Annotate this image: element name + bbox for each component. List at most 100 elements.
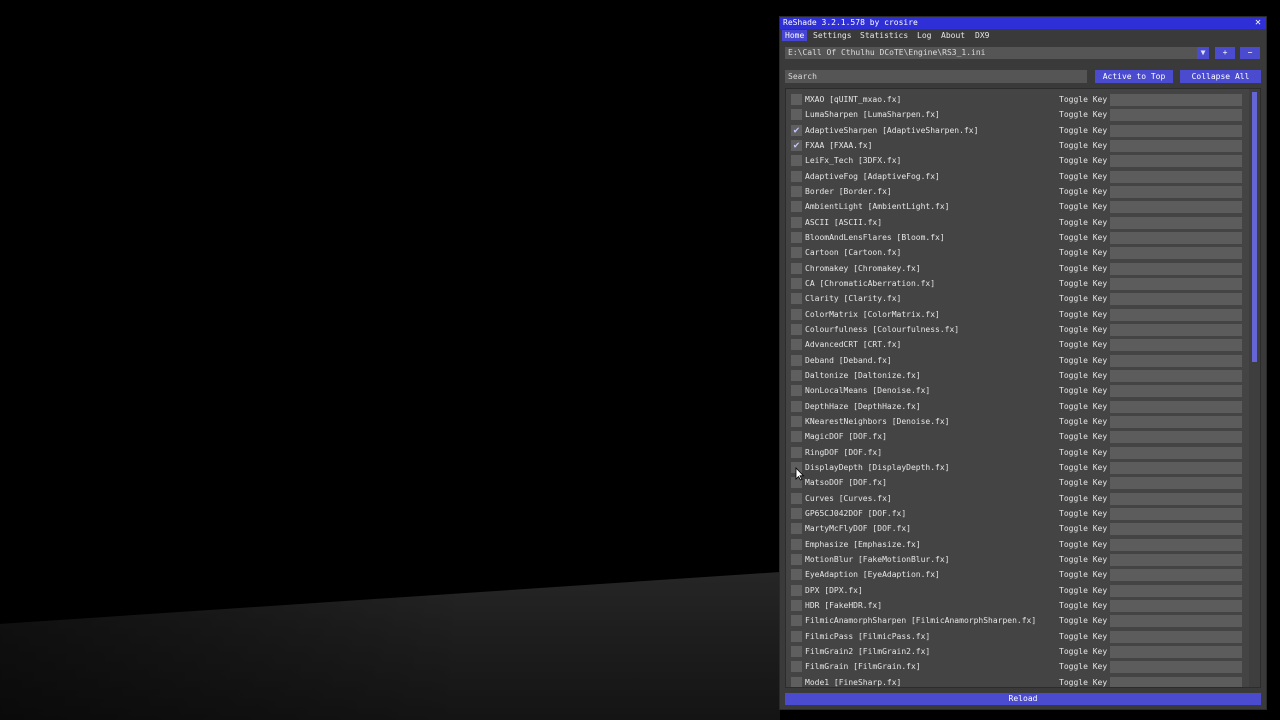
effect-row[interactable]: KNearestNeighbors [Denoise.fx] Toggle Key — [786, 414, 1250, 429]
toggle-key-input[interactable] — [1110, 523, 1242, 536]
tab-settings[interactable]: Settings — [810, 30, 855, 41]
toggle-key-input[interactable] — [1110, 369, 1242, 382]
effect-checkbox[interactable] — [791, 507, 802, 519]
effect-checkbox[interactable] — [791, 262, 802, 274]
toggle-key-input[interactable] — [1110, 277, 1242, 290]
effect-row[interactable]: MatsoDOF [DOF.fx] Toggle Key — [786, 475, 1250, 490]
effect-row[interactable]: LeiFx_Tech [3DFX.fx] Toggle Key — [786, 153, 1250, 168]
effect-row[interactable]: CA [ChromaticAberration.fx] Toggle Key — [786, 276, 1250, 291]
effect-checkbox[interactable] — [791, 323, 802, 335]
effect-row[interactable]: Mode1 [FineSharp.fx] Toggle Key — [786, 675, 1250, 687]
effect-row[interactable]: Cartoon [Cartoon.fx] Toggle Key — [786, 245, 1250, 260]
effect-checkbox[interactable] — [791, 369, 802, 381]
effect-checkbox[interactable] — [791, 676, 802, 687]
effect-checkbox[interactable] — [791, 109, 802, 121]
toggle-key-input[interactable] — [1110, 339, 1242, 352]
toggle-key-input[interactable] — [1110, 446, 1242, 459]
effect-row[interactable]: Deband [Deband.fx] Toggle Key — [786, 353, 1250, 368]
tab-dx9[interactable]: DX9 — [972, 30, 992, 41]
effect-row[interactable]: ASCII [ASCII.fx] Toggle Key — [786, 215, 1250, 230]
effect-checkbox[interactable] — [791, 293, 802, 305]
toggle-key-input[interactable] — [1110, 645, 1242, 658]
toggle-key-input[interactable] — [1110, 155, 1242, 168]
reload-button[interactable]: Reload — [785, 693, 1261, 705]
toggle-key-input[interactable] — [1110, 492, 1242, 505]
toggle-key-input[interactable] — [1110, 615, 1242, 628]
toggle-key-input[interactable] — [1110, 139, 1242, 152]
effect-row[interactable]: DPX [DPX.fx] Toggle Key — [786, 583, 1250, 598]
effect-checkbox[interactable] — [791, 446, 802, 458]
scrollbar-thumb[interactable] — [1252, 92, 1257, 362]
effect-row[interactable]: ✔ AdaptiveSharpen [AdaptiveSharpen.fx] Tog… — [786, 123, 1250, 138]
effect-checkbox[interactable] — [791, 630, 802, 642]
effect-row[interactable]: FilmicAnamorphSharpen [FilmicAnamorphSha… — [786, 613, 1250, 628]
effect-checkbox[interactable] — [791, 354, 802, 366]
toggle-key-input[interactable] — [1110, 216, 1242, 229]
window-titlebar[interactable]: ReShade 3.2.1.578 by crosire ✕ — [780, 17, 1266, 29]
toggle-key-input[interactable] — [1110, 507, 1242, 520]
effect-checkbox[interactable] — [791, 661, 802, 673]
effect-checkbox[interactable] — [791, 216, 802, 228]
effect-row[interactable]: Border [Border.fx] Toggle Key — [786, 184, 1250, 199]
toggle-key-input[interactable] — [1110, 109, 1242, 122]
active-to-top-button[interactable]: Active to Top — [1095, 70, 1173, 83]
search-input[interactable] — [785, 70, 1087, 83]
effect-row[interactable]: AmbientLight [AmbientLight.fx] Toggle Key — [786, 199, 1250, 214]
effect-checkbox[interactable] — [791, 308, 802, 320]
effect-checkbox[interactable] — [791, 553, 802, 565]
effect-checkbox-checked[interactable]: ✔ — [791, 124, 802, 136]
effect-row[interactable]: MartyMcFlyDOF [DOF.fx] Toggle Key — [786, 521, 1250, 536]
effect-row[interactable]: AdvancedCRT [CRT.fx] Toggle Key — [786, 337, 1250, 352]
effect-row[interactable]: MotionBlur [FakeMotionBlur.fx] Toggle Key — [786, 552, 1250, 567]
tab-home[interactable]: Home — [782, 30, 808, 41]
effect-row[interactable]: BloomAndLensFlares [Bloom.fx] Toggle Key — [786, 230, 1250, 245]
effect-row[interactable]: DisplayDepth [DisplayDepth.fx] Toggle Key — [786, 460, 1250, 475]
toggle-key-input[interactable] — [1110, 569, 1242, 582]
effect-row[interactable]: NonLocalMeans [Denoise.fx] Toggle Key — [786, 383, 1250, 398]
toggle-key-input[interactable] — [1110, 630, 1242, 643]
effect-row[interactable]: Curves [Curves.fx] Toggle Key — [786, 491, 1250, 506]
toggle-key-input[interactable] — [1110, 553, 1242, 566]
tab-log[interactable]: Log — [914, 30, 934, 41]
toggle-key-input[interactable] — [1110, 385, 1242, 398]
effect-row[interactable]: RingDOF [DOF.fx] Toggle Key — [786, 445, 1250, 460]
add-preset-button[interactable]: + — [1215, 47, 1235, 59]
toggle-key-input[interactable] — [1110, 354, 1242, 367]
effect-checkbox[interactable] — [791, 431, 802, 443]
effect-checkbox[interactable] — [791, 615, 802, 627]
close-icon[interactable]: ✕ — [1253, 17, 1263, 29]
effect-checkbox[interactable] — [791, 385, 802, 397]
effect-checkbox[interactable] — [791, 400, 802, 412]
toggle-key-input[interactable] — [1110, 201, 1242, 214]
toggle-key-input[interactable] — [1110, 94, 1242, 106]
preset-path-field[interactable]: E:\Call Of Cthulhu DCoTE\Engine\RS3_1.in… — [785, 47, 1197, 59]
effect-checkbox[interactable] — [791, 155, 802, 167]
toggle-key-input[interactable] — [1110, 231, 1242, 244]
effect-checkbox[interactable] — [791, 185, 802, 197]
effect-row[interactable]: LumaSharpen [LumaSharpen.fx] Toggle Key — [786, 107, 1250, 122]
effect-checkbox[interactable] — [791, 415, 802, 427]
effect-checkbox[interactable] — [791, 94, 802, 105]
effect-checkbox[interactable] — [791, 170, 802, 182]
toggle-key-input[interactable] — [1110, 584, 1242, 597]
tab-about[interactable]: About — [938, 30, 968, 41]
toggle-key-input[interactable] — [1110, 431, 1242, 444]
effect-checkbox[interactable] — [791, 569, 802, 581]
toggle-key-input[interactable] — [1110, 477, 1242, 490]
effect-row[interactable]: DepthHaze [DepthHaze.fx] Toggle Key — [786, 399, 1250, 414]
toggle-key-input[interactable] — [1110, 323, 1242, 336]
remove-preset-button[interactable]: − — [1240, 47, 1260, 59]
effect-row[interactable]: GP65CJ042DOF [DOF.fx] Toggle Key — [786, 506, 1250, 521]
effect-checkbox[interactable] — [791, 584, 802, 596]
effect-row[interactable]: Daltonize [Daltonize.fx] Toggle Key — [786, 368, 1250, 383]
toggle-key-input[interactable] — [1110, 185, 1242, 198]
effect-checkbox[interactable] — [791, 231, 802, 243]
effect-checkbox[interactable] — [791, 538, 802, 550]
toggle-key-input[interactable] — [1110, 599, 1242, 612]
toggle-key-input[interactable] — [1110, 293, 1242, 306]
effect-checkbox[interactable] — [791, 277, 802, 289]
effect-checkbox[interactable] — [791, 339, 802, 351]
collapse-all-button[interactable]: Collapse All — [1180, 70, 1261, 83]
effect-row[interactable]: MagicDOF [DOF.fx] Toggle Key — [786, 429, 1250, 444]
tab-statistics[interactable]: Statistics — [857, 30, 911, 41]
